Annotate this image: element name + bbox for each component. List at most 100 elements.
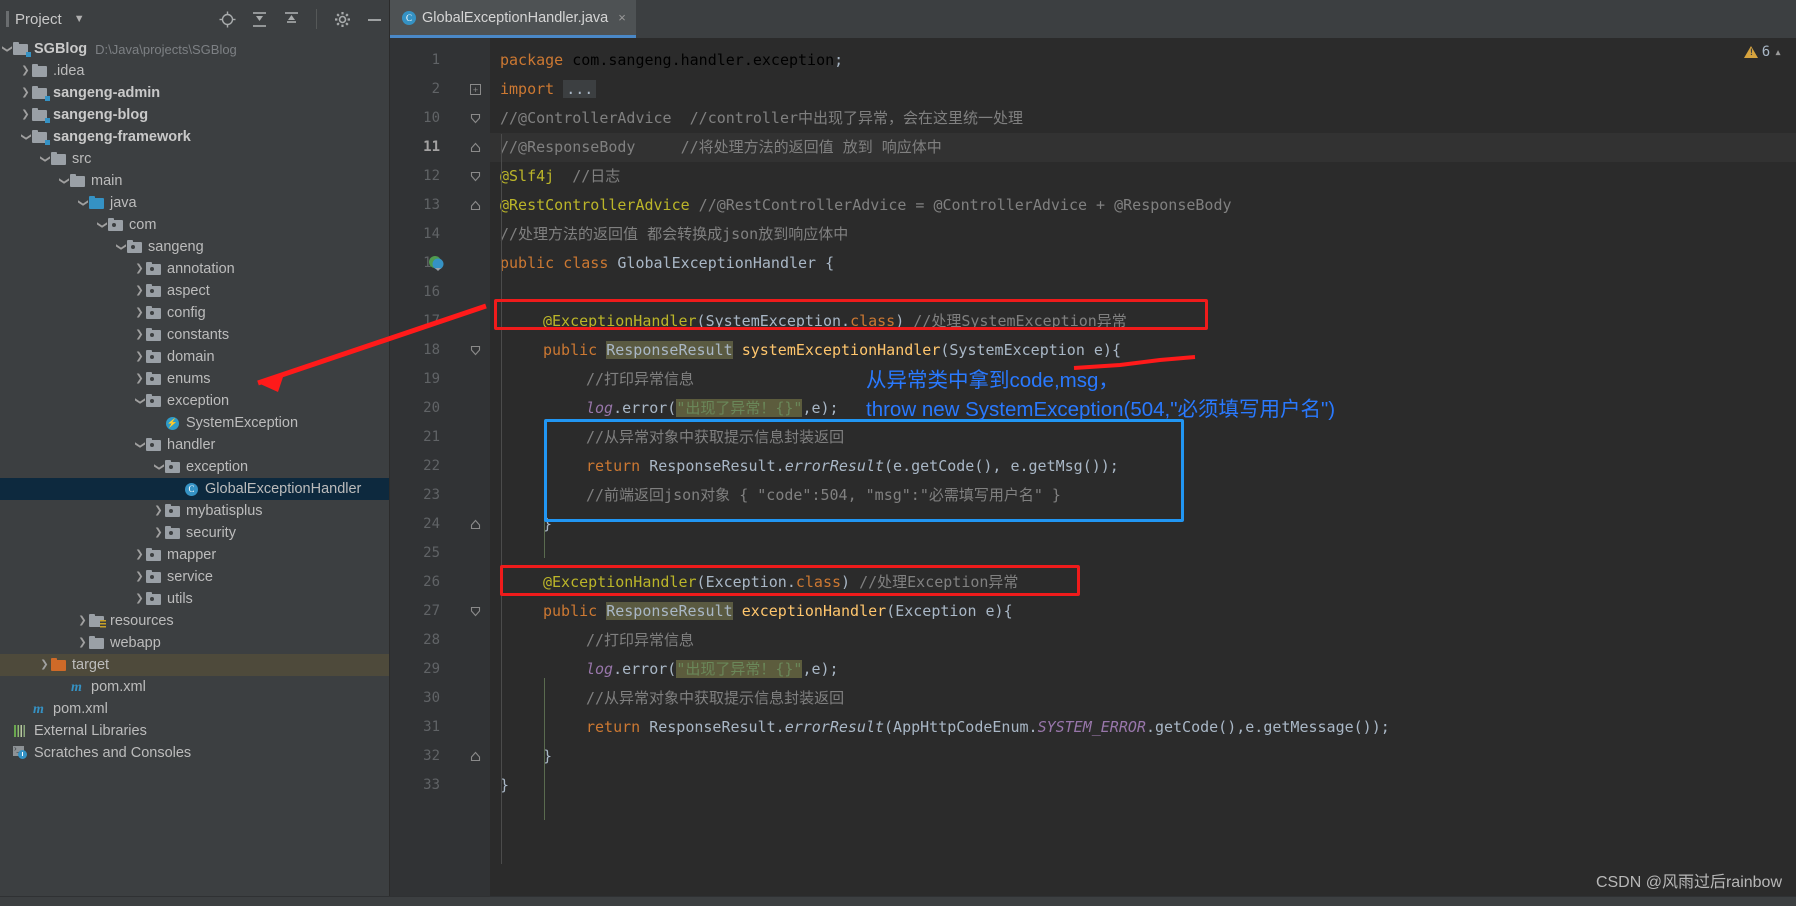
code-line-14[interactable]: //处理方法的返回值 都会转换成json放到响应体中 (500, 220, 848, 249)
fold-region-end-icon[interactable] (470, 142, 481, 153)
tree-item-src[interactable]: ❯ src (0, 148, 389, 170)
fold-region-start-icon[interactable] (470, 606, 481, 617)
tree-item-config[interactable]: ❯ config (0, 302, 389, 324)
chevron-up-icon[interactable]: ▴ (1774, 45, 1782, 60)
code-line-30[interactable]: //从异常对象中获取提示信息封装返回 (586, 684, 844, 713)
code-line-29[interactable]: log.error("出现了异常！{}",e); (586, 655, 839, 684)
code-line-12[interactable]: @Slf4j //日志 (500, 162, 620, 191)
tree-item-sangeng-blog[interactable]: ❯ sangeng-blog (0, 104, 389, 126)
chevron-right-icon[interactable]: ❯ (133, 308, 146, 318)
expand-all-icon[interactable] (250, 10, 268, 28)
chevron-right-icon[interactable]: ❯ (38, 660, 51, 670)
code-line-31[interactable]: return ResponseResult.errorResult(AppHtt… (586, 713, 1390, 742)
tree-item-target[interactable]: ❯ target (0, 654, 389, 676)
tree-item-java[interactable]: ❯ java (0, 192, 389, 214)
code-line-18[interactable]: public ResponseResult systemExceptionHan… (543, 336, 1121, 365)
code-line-23[interactable]: //前端返回json对象 { "code":504, "msg":"必需填写用户… (586, 481, 1061, 510)
tree-item-sangeng-framework[interactable]: ❯ sangeng-framework (0, 126, 389, 148)
chevron-right-icon[interactable]: ❯ (76, 638, 89, 648)
chevron-right-icon[interactable]: ❯ (133, 550, 146, 560)
tree-item-sangeng[interactable]: ❯ sangeng (0, 236, 389, 258)
chevron-down-icon[interactable]: ❯ (135, 395, 146, 408)
close-icon[interactable]: × (618, 10, 626, 25)
code-line-26[interactable]: @ExceptionHandler(Exception.class) //处理E… (543, 568, 1018, 597)
tree-item-annotation[interactable]: ❯ annotation (0, 258, 389, 280)
code-line-22[interactable]: return ResponseResult.errorResult(e.getC… (586, 452, 1119, 481)
chevron-right-icon[interactable]: ❯ (152, 506, 165, 516)
chevron-down-icon[interactable]: ❯ (135, 439, 146, 452)
code-line-13[interactable]: @RestControllerAdvice //@RestControllerA… (500, 191, 1232, 220)
fold-region-start-icon[interactable] (470, 345, 481, 356)
tree-item-service[interactable]: ❯ service (0, 566, 389, 588)
fold-region-start-icon[interactable] (470, 171, 481, 182)
chevron-down-icon[interactable]: ❯ (116, 241, 127, 254)
tree-item-handler[interactable]: ❯ handler (0, 434, 389, 456)
fold-expand-icon[interactable]: + (470, 84, 481, 95)
tree-item-mybatisplus[interactable]: ❯ mybatisplus (0, 500, 389, 522)
tree-item-mapper[interactable]: ❯ mapper (0, 544, 389, 566)
chevron-right-icon[interactable]: ❯ (152, 528, 165, 538)
tree-item-resources[interactable]: ❯ resources (0, 610, 389, 632)
chevron-right-icon[interactable]: ❯ (133, 572, 146, 582)
tree-item-domain[interactable]: ❯ domain (0, 346, 389, 368)
code-line-2[interactable]: import ... (500, 75, 597, 104)
code-content[interactable]: package com.sangeng.handler.exception; im… (490, 38, 1796, 906)
tree-item-systemexception[interactable]: ⚡ SystemException (0, 412, 389, 434)
chevron-right-icon[interactable]: ❯ (133, 330, 146, 340)
gear-icon[interactable] (333, 10, 351, 28)
fold-region-start-icon[interactable] (470, 113, 481, 124)
line-number-gutter[interactable]: 1210111213141516171819202122232425262728… (390, 38, 462, 906)
tree-item-constants[interactable]: ❯ constants (0, 324, 389, 346)
chevron-right-icon[interactable]: ❯ (133, 286, 146, 296)
tree-item-sangeng-admin[interactable]: ❯ sangeng-admin (0, 82, 389, 104)
tree-item-globalexceptionhandler[interactable]: C GlobalExceptionHandler (0, 478, 389, 500)
code-line-15[interactable]: public class GlobalExceptionHandler { (500, 249, 834, 278)
minimize-icon[interactable] (365, 10, 383, 28)
tree-item-scratches-and-consoles[interactable]: Scratches and Consoles (0, 742, 389, 764)
code-line-17[interactable]: @ExceptionHandler(SystemException.class)… (543, 307, 1127, 336)
chevron-right-icon[interactable]: ❯ (133, 264, 146, 274)
chevron-right-icon[interactable]: ❯ (19, 66, 32, 76)
code-line-11[interactable]: //@ResponseBody //将处理方法的返回值 放到 响应体中 (500, 133, 942, 162)
chevron-right-icon[interactable]: ❯ (133, 374, 146, 384)
chevron-right-icon[interactable]: ❯ (19, 88, 32, 98)
chevron-down-icon[interactable]: ▼ (74, 13, 85, 25)
tree-item--idea[interactable]: ❯ .idea (0, 60, 389, 82)
tree-item-security[interactable]: ❯ security (0, 522, 389, 544)
fold-region-end-icon[interactable] (470, 519, 481, 530)
chevron-down-icon[interactable]: ❯ (97, 219, 108, 232)
tree-item-sgblog[interactable]: ❯ SGBlog D:\Java\projects\SGBlog (0, 38, 389, 60)
code-line-27[interactable]: public ResponseResult exceptionHandler(E… (543, 597, 1013, 626)
chevron-down-icon[interactable]: ❯ (78, 197, 89, 210)
implemented-marker-icon[interactable] (428, 255, 444, 271)
chevron-right-icon[interactable]: ❯ (19, 110, 32, 120)
tree-item-pom-xml[interactable]: m pom.xml (0, 698, 389, 720)
chevron-down-icon[interactable]: ❯ (59, 175, 70, 188)
chevron-down-icon[interactable]: ❯ (21, 131, 32, 144)
chevron-right-icon[interactable]: ❯ (133, 352, 146, 362)
code-line-1[interactable]: package com.sangeng.handler.exception; (500, 46, 843, 75)
collapse-all-icon[interactable] (282, 10, 300, 28)
tree-item-com[interactable]: ❯ com (0, 214, 389, 236)
chevron-down-icon[interactable]: ❯ (154, 461, 165, 474)
project-tree[interactable]: ❯ SGBlog D:\Java\projects\SGBlog ❯ .idea ❯ san… (0, 38, 389, 764)
tree-item-main[interactable]: ❯ main (0, 170, 389, 192)
tree-item-pom-xml[interactable]: m pom.xml (0, 676, 389, 698)
tree-item-webapp[interactable]: ❯ webapp (0, 632, 389, 654)
code-line-10[interactable]: //@ControllerAdvice //controller中出现了异常，会… (500, 104, 1023, 133)
tree-item-exception[interactable]: ❯ exception (0, 456, 389, 478)
fold-gutter[interactable]: + (462, 38, 490, 906)
code-line-28[interactable]: //打印异常信息 (586, 626, 694, 655)
code-line-20[interactable]: log.error("出现了异常！{}",e); (586, 394, 839, 423)
chevron-down-icon[interactable]: ❯ (2, 43, 13, 56)
code-line-21[interactable]: //从异常对象中获取提示信息封装返回 (586, 423, 844, 452)
fold-region-end-icon[interactable] (470, 751, 481, 762)
fold-region-end-icon[interactable] (470, 200, 481, 211)
tree-item-external-libraries[interactable]: External Libraries (0, 720, 389, 742)
tab-globalexceptionhandler[interactable]: C GlobalExceptionHandler.java × (390, 0, 636, 38)
tree-item-exception[interactable]: ❯ exception (0, 390, 389, 412)
tree-item-enums[interactable]: ❯ enums (0, 368, 389, 390)
code-line-19[interactable]: //打印异常信息 (586, 365, 694, 394)
chevron-down-icon[interactable]: ❯ (40, 153, 51, 166)
tree-item-utils[interactable]: ❯ utils (0, 588, 389, 610)
